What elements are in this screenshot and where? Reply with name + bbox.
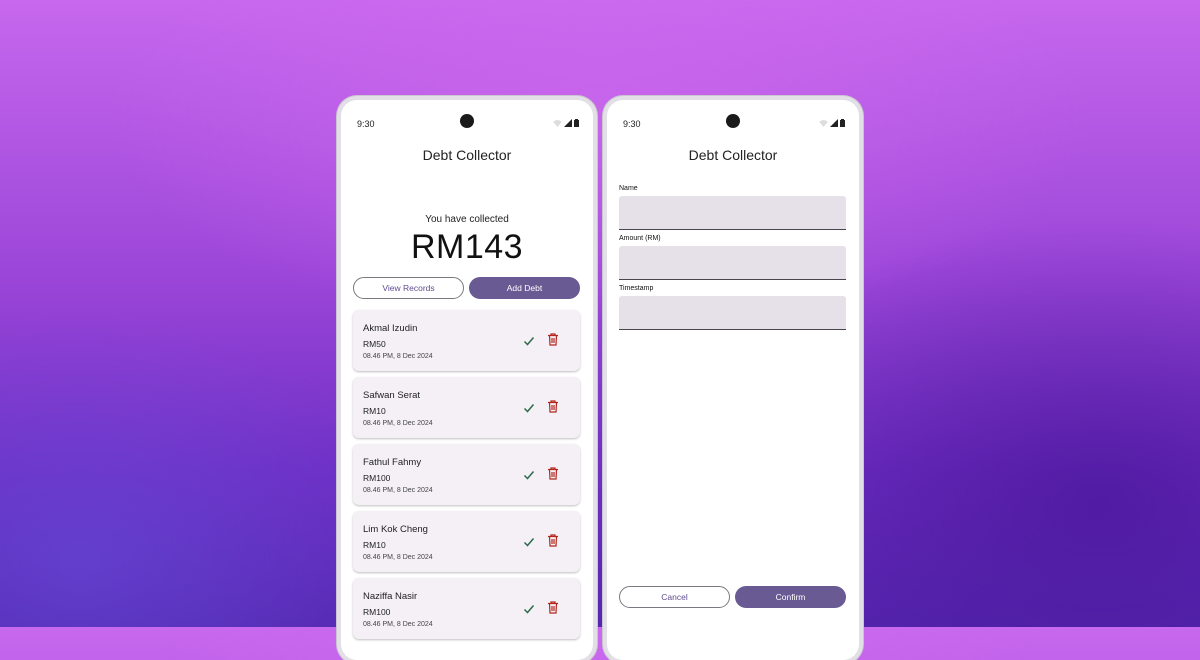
add-debt-button[interactable]: Add Debt [469, 277, 580, 299]
battery-icon [840, 119, 845, 127]
amount-field-label: Amount (RM) [619, 235, 661, 242]
debtor-name: Akmal Izudin [363, 323, 418, 334]
debt-card[interactable]: Naziffa Nasir RM100 08.46 PM, 8 Dec 2024 [353, 578, 580, 639]
trash-icon[interactable] [547, 467, 559, 480]
signal-icon [564, 119, 572, 127]
confirm-button[interactable]: Confirm [735, 586, 846, 608]
phone-add-debt-screen: 9:30 Debt Collector Name Amount (RM) Tim… [607, 100, 859, 660]
check-icon[interactable] [523, 535, 535, 547]
debt-amount: RM50 [363, 339, 386, 349]
debt-card[interactable]: Lim Kok Cheng RM10 08.46 PM, 8 Dec 2024 [353, 511, 580, 572]
wifi-icon [553, 119, 562, 127]
debtor-name: Safwan Serat [363, 390, 421, 401]
debtor-name: Fathul Fahmy [363, 457, 422, 468]
trash-icon[interactable] [547, 601, 559, 614]
camera-cutout [460, 114, 474, 128]
debtor-name: Naziffa Nasir [363, 591, 418, 602]
trash-icon[interactable] [547, 400, 559, 413]
app-title: Debt Collector [422, 147, 512, 163]
debt-timestamp: 08.46 PM, 8 Dec 2024 [363, 554, 433, 561]
wifi-icon [819, 119, 828, 127]
debt-timestamp: 08.46 PM, 8 Dec 2024 [363, 487, 433, 494]
phone-home-screen: 9:30 Debt Collector You have collected R… [341, 100, 593, 660]
collected-label: You have collected [425, 214, 509, 225]
debt-card[interactable]: Safwan Serat RM10 08.46 PM, 8 Dec 2024 [353, 377, 580, 438]
debt-amount: RM10 [363, 540, 386, 550]
check-icon[interactable] [523, 602, 535, 614]
battery-icon [574, 119, 579, 127]
status-time: 9:30 [623, 119, 641, 129]
debtor-name: Lim Kok Cheng [363, 524, 428, 535]
system-icons [553, 119, 579, 127]
check-icon[interactable] [523, 401, 535, 413]
debt-timestamp: 08.46 PM, 8 Dec 2024 [363, 420, 433, 427]
signal-icon [830, 119, 838, 127]
debt-amount: RM100 [363, 473, 391, 483]
camera-cutout [726, 114, 740, 128]
system-icons [819, 119, 845, 127]
collected-amount: RM143 [410, 228, 524, 266]
trash-icon[interactable] [547, 333, 559, 346]
timestamp-field[interactable] [619, 296, 846, 330]
view-records-button[interactable]: View Records [353, 277, 464, 299]
check-icon[interactable] [523, 334, 535, 346]
status-time: 9:30 [357, 119, 375, 129]
name-field[interactable] [619, 196, 846, 230]
debt-card[interactable]: Akmal Izudin RM50 08.46 PM, 8 Dec 2024 [353, 310, 580, 371]
name-field-label: Name [619, 185, 638, 192]
trash-icon[interactable] [547, 534, 559, 547]
amount-field[interactable] [619, 246, 846, 280]
check-icon[interactable] [523, 468, 535, 480]
cancel-button[interactable]: Cancel [619, 586, 730, 608]
debt-timestamp: 08.46 PM, 8 Dec 2024 [363, 353, 433, 360]
timestamp-field-label: Timestamp [619, 285, 654, 292]
debt-card[interactable]: Fathul Fahmy RM100 08.46 PM, 8 Dec 2024 [353, 444, 580, 505]
debt-amount: RM100 [363, 607, 391, 617]
app-title: Debt Collector [688, 147, 778, 163]
debt-amount: RM10 [363, 406, 386, 416]
